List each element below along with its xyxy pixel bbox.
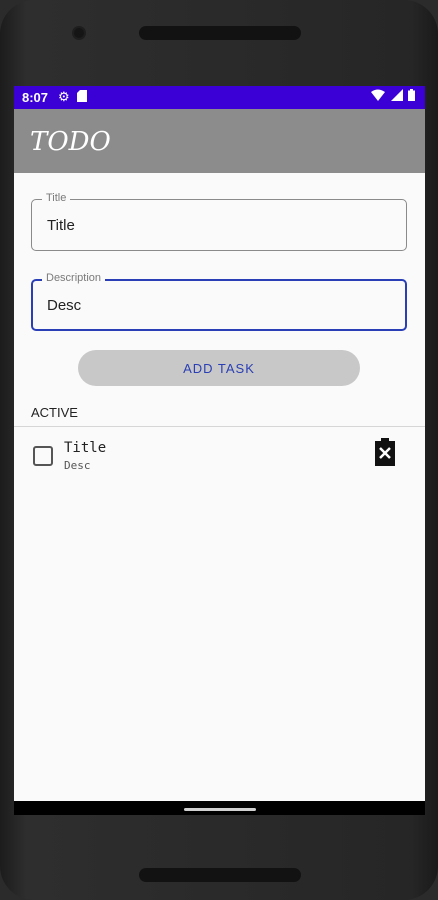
task-checkbox[interactable] bbox=[33, 446, 53, 466]
section-divider bbox=[14, 426, 425, 427]
signal-icon bbox=[390, 89, 403, 101]
status-time: 8:07 bbox=[22, 90, 49, 105]
bottom-speaker bbox=[139, 868, 301, 882]
title-input[interactable] bbox=[47, 217, 387, 234]
home-handle[interactable] bbox=[184, 808, 256, 811]
sd-card-icon bbox=[77, 90, 88, 102]
task-description: Desc bbox=[64, 459, 91, 472]
title-field[interactable]: Title bbox=[31, 192, 407, 251]
front-camera bbox=[74, 28, 84, 38]
task-row[interactable]: Title Desc bbox=[14, 432, 425, 482]
screen: 8:07 ⚙ TODO Title Description ADD bbox=[14, 86, 425, 815]
active-section-header: ACTIVE bbox=[31, 405, 78, 420]
delete-icon[interactable] bbox=[374, 438, 396, 466]
task-title: Title bbox=[64, 440, 107, 456]
title-field-label: Title bbox=[42, 192, 71, 204]
top-speaker bbox=[139, 26, 301, 40]
gear-icon: ⚙ bbox=[58, 89, 70, 104]
description-input[interactable] bbox=[47, 297, 387, 314]
status-bar: 8:07 ⚙ bbox=[14, 86, 425, 109]
app-title: TODO bbox=[30, 127, 111, 157]
phone-frame: 8:07 ⚙ TODO Title Description ADD bbox=[0, 0, 438, 900]
app-bar: TODO bbox=[14, 109, 425, 173]
description-field-label: Description bbox=[42, 272, 106, 284]
battery-icon bbox=[408, 89, 415, 101]
add-task-button[interactable]: ADD TASK bbox=[78, 350, 360, 386]
status-right-icons bbox=[371, 89, 415, 104]
status-left-icons: ⚙ bbox=[58, 89, 88, 105]
wifi-icon bbox=[371, 89, 386, 101]
description-field[interactable]: Description bbox=[31, 272, 407, 331]
